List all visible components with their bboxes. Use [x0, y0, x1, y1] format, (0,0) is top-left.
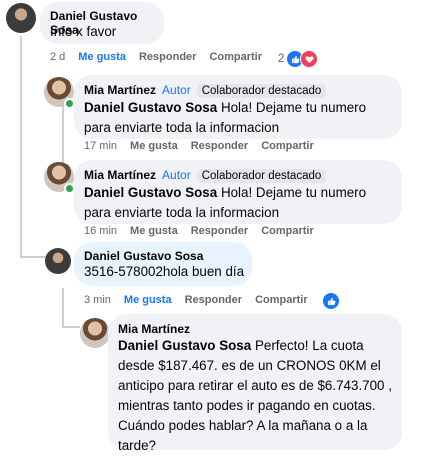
reaction-count: 2	[278, 53, 285, 65]
reply-button[interactable]: Responder	[185, 294, 242, 306]
comment-actions: 17 min Me gusta Responder Compartir	[84, 140, 327, 152]
comment-text: Info x favor	[50, 24, 117, 39]
thread-branch	[20, 256, 48, 258]
comment-bubble: Daniel Gustavo Sosa Info x favor	[40, 2, 164, 44]
share-button[interactable]: Compartir	[261, 225, 314, 237]
author-label: Autor	[162, 83, 191, 97]
comment-time[interactable]: 16 min	[84, 225, 117, 237]
comment-actions: 2 d Me gusta Responder Compartir	[50, 51, 275, 63]
thread-line	[20, 36, 22, 258]
comment-time[interactable]: 2 d	[50, 51, 65, 63]
avatar[interactable]	[6, 3, 36, 33]
comment-author[interactable]: Mia Martínez	[118, 322, 190, 336]
share-button[interactable]: Compartir	[255, 294, 308, 306]
comment-text: Daniel Gustavo Sosa Hola! Dejame tu nume…	[84, 185, 367, 220]
mention-link[interactable]: Daniel Gustavo Sosa	[118, 338, 251, 353]
comment-text: Daniel Gustavo Sosa Perfecto! La cuota d…	[118, 338, 392, 453]
reply-button[interactable]: Responder	[191, 225, 248, 237]
status-badge: Colaborador destacado	[196, 169, 327, 183]
author-label: Autor	[162, 168, 191, 182]
mention-link[interactable]: Daniel Gustavo Sosa	[84, 100, 217, 115]
comment-author[interactable]: Daniel Gustavo Sosa	[84, 249, 203, 263]
comment-actions: 16 min Me gusta Responder Compartir	[84, 225, 327, 237]
reply-button[interactable]: Responder	[191, 140, 248, 152]
mention-link[interactable]: Daniel Gustavo Sosa	[84, 185, 217, 200]
like-button[interactable]: Me gusta	[130, 225, 178, 237]
avatar[interactable]	[45, 248, 71, 274]
comment-actions: 3 min Me gusta Responder Compartir	[84, 294, 321, 306]
comment-text: 3516-578002hola buen día	[84, 264, 245, 279]
comment-bubble: Mia Martínez Autor Colaborador destacado D…	[74, 160, 402, 224]
comment-text: Daniel Gustavo Sosa Hola! Dejame tu nume…	[84, 100, 367, 135]
thread-line-reply	[62, 288, 64, 328]
status-badge: Colaborador destacado	[196, 84, 327, 98]
thread-branch-reply	[62, 326, 80, 328]
reaction-summary[interactable]	[322, 292, 340, 310]
comment-bubble: Mia Martínez Autor Colaborador destacado D…	[74, 75, 402, 139]
reply-button[interactable]: Responder	[139, 51, 196, 63]
like-icon	[322, 292, 340, 310]
avatar[interactable]	[80, 318, 110, 348]
share-button[interactable]: Compartir	[209, 51, 262, 63]
comment-bubble: Daniel Gustavo Sosa 3516-578002hola buen…	[74, 242, 252, 286]
reaction-summary[interactable]: 2	[278, 50, 319, 68]
like-button[interactable]: Me gusta	[130, 140, 178, 152]
comment-author[interactable]: Mia Martínez	[84, 83, 156, 97]
share-button[interactable]: Compartir	[261, 140, 314, 152]
comment-time[interactable]: 3 min	[84, 294, 111, 306]
comment-author[interactable]: Mia Martínez	[84, 168, 156, 182]
comment-bubble: Mia Martínez Daniel Gustavo Sosa Perfect…	[108, 314, 402, 453]
love-icon	[300, 50, 319, 68]
like-button[interactable]: Me gusta	[124, 294, 172, 306]
like-button[interactable]: Me gusta	[78, 51, 126, 63]
comment-time[interactable]: 17 min	[84, 140, 117, 152]
